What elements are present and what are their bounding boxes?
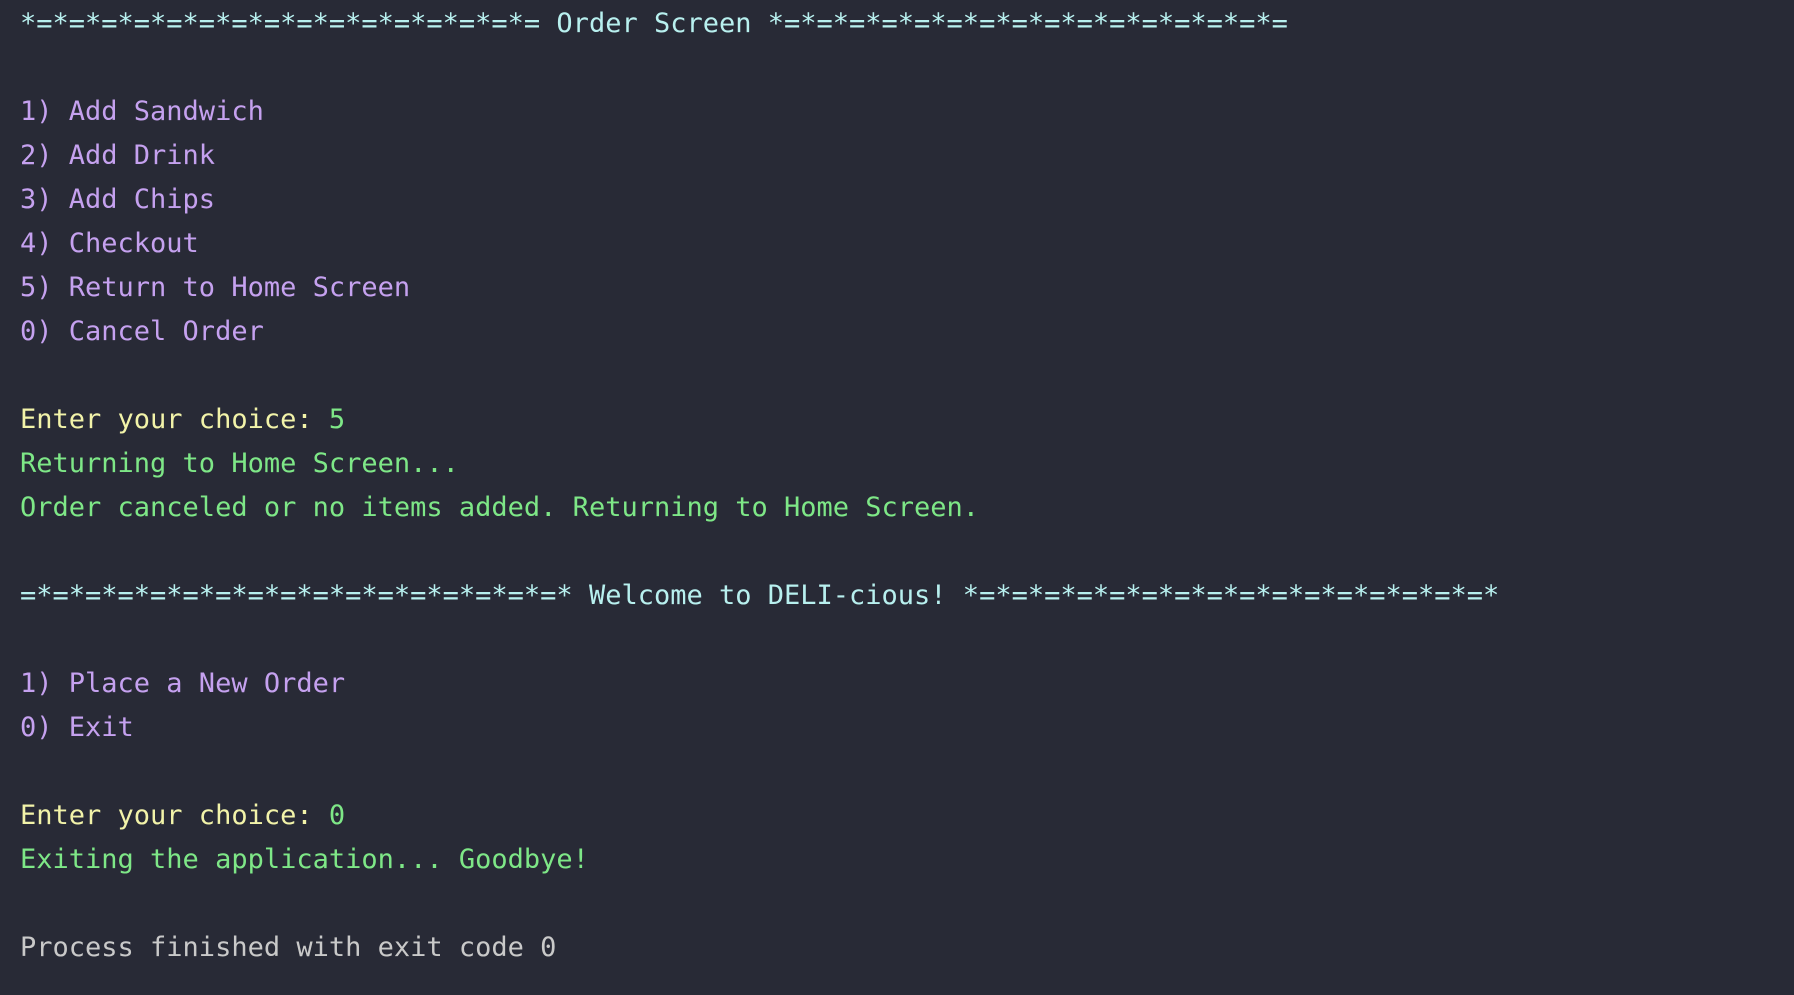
order-choice-prompt-line[interactable]: Enter your choice: 5: [20, 398, 1794, 442]
order-option-add-chips: 3) Add Chips: [20, 184, 216, 215]
home-choice-prompt-line[interactable]: Enter your choice: 0: [20, 794, 1794, 838]
output-message: Exiting the application... Goodbye!: [20, 844, 589, 875]
output-message: Order canceled or no items added. Return…: [20, 492, 980, 523]
home-option-place-order: 1) Place a New Order: [20, 668, 346, 699]
order-option-add-drink: 2) Add Drink: [20, 140, 216, 171]
home-option-exit: 0) Exit: [20, 712, 134, 743]
process-exit-status: Process finished with exit code 0: [20, 932, 557, 963]
home-screen-banner: =*=*=*=*=*=*=*=*=*=*=*=*=*=*=*=*=* Welco…: [20, 580, 1500, 611]
order-option-add-sandwich: 1) Add Sandwich: [20, 96, 264, 127]
choice-input-value[interactable]: 0: [329, 794, 345, 838]
choice-prompt: Enter your choice:: [20, 404, 329, 435]
choice-prompt: Enter your choice:: [20, 800, 329, 831]
order-option-checkout: 4) Checkout: [20, 228, 199, 259]
order-screen-banner: *=*=*=*=*=*=*=*=*=*=*=*=*=*=*=*= Order S…: [20, 8, 1288, 39]
console-output: *=*=*=*=*=*=*=*=*=*=*=*=*=*=*=*= Order S…: [0, 0, 1794, 995]
output-message: Returning to Home Screen...: [20, 448, 459, 479]
choice-input-value[interactable]: 5: [329, 398, 345, 442]
order-option-return-home: 5) Return to Home Screen: [20, 272, 411, 303]
order-option-cancel: 0) Cancel Order: [20, 316, 264, 347]
